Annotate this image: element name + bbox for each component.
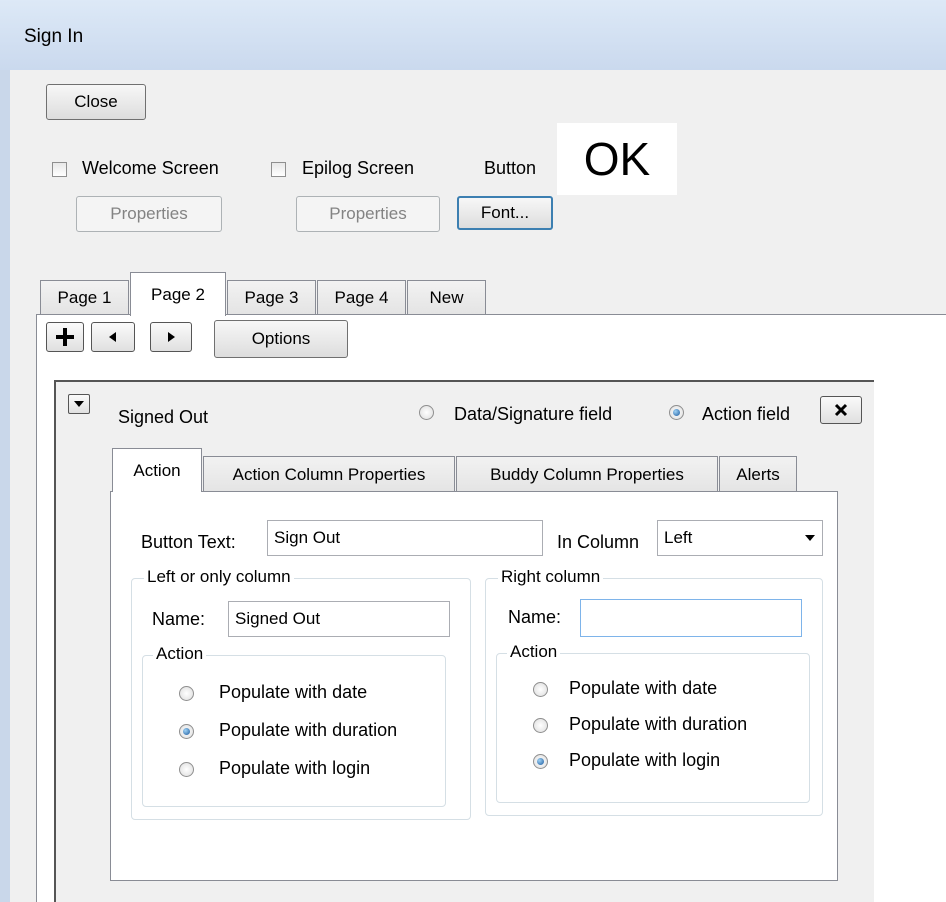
previous-icon[interactable] <box>91 322 135 352</box>
in-column-label: In Column <box>557 532 640 552</box>
welcome-screen-checkbox[interactable] <box>52 162 67 177</box>
close-button[interactable]: Close <box>46 84 146 120</box>
window-left-border <box>0 70 10 902</box>
field-editor-right-margin <box>874 380 946 902</box>
in-column-value: Left <box>664 528 693 547</box>
data-signature-label: Data/Signature field <box>454 404 613 424</box>
title-bar: Sign In <box>0 0 946 70</box>
left-populate-login-radio[interactable] <box>179 762 194 777</box>
tab-action-column-properties[interactable]: Action Column Properties <box>203 456 455 492</box>
chevron-down-icon <box>805 535 815 541</box>
left-populate-date-radio[interactable] <box>179 686 194 701</box>
tab-buddy-column-properties[interactable]: Buddy Column Properties <box>456 456 718 492</box>
ok-preview-text: OK <box>583 133 651 185</box>
add-icon[interactable] <box>46 322 84 352</box>
action-tab-panel: Button Text: Sign Out In Column Left Lef… <box>110 491 838 881</box>
button-text-label: Button Text: <box>141 532 236 552</box>
right-populate-login-radio[interactable] <box>533 754 548 769</box>
right-name-label: Name: <box>508 607 562 627</box>
right-populate-login-label: Populate with login <box>569 750 721 770</box>
window-title: Sign In <box>24 26 84 47</box>
tab-page-2[interactable]: Page 2 <box>130 272 226 316</box>
tab-page-4[interactable]: Page 4 <box>317 280 406 314</box>
left-name-input[interactable]: Signed Out <box>228 601 450 637</box>
welcome-properties-button[interactable]: Properties <box>76 196 222 232</box>
in-column-select[interactable]: Left <box>657 520 823 556</box>
tab-new[interactable]: New <box>407 280 486 314</box>
right-populate-date-label: Populate with date <box>569 678 718 698</box>
tab-page-1[interactable]: Page 1 <box>40 280 129 314</box>
tab-action[interactable]: Action <box>112 448 202 492</box>
left-populate-login-label: Populate with login <box>219 758 371 778</box>
right-action-group: Action Populate with date Populate with … <box>496 642 810 803</box>
left-populate-duration-radio[interactable] <box>179 724 194 739</box>
left-column-legend: Left or only column <box>144 567 294 587</box>
epilog-screen-checkbox[interactable] <box>271 162 286 177</box>
options-button[interactable]: Options <box>214 320 348 358</box>
data-signature-radio[interactable] <box>419 405 434 420</box>
left-name-label: Name: <box>152 609 206 629</box>
field-name-label: Signed Out <box>118 407 209 427</box>
right-column-legend: Right column <box>498 567 604 587</box>
right-action-legend: Action <box>507 642 561 662</box>
tab-alerts[interactable]: Alerts <box>719 456 797 492</box>
left-action-group: Action Populate with date Populate with … <box>142 644 446 807</box>
left-action-legend: Action <box>153 644 207 664</box>
right-populate-duration-radio[interactable] <box>533 718 548 733</box>
close-icon[interactable] <box>820 396 862 424</box>
next-icon[interactable] <box>150 322 192 352</box>
right-name-input[interactable] <box>580 599 802 637</box>
welcome-screen-label: Welcome Screen <box>82 158 219 178</box>
left-populate-duration-label: Populate with duration <box>219 720 398 740</box>
tab-page-3[interactable]: Page 3 <box>227 280 316 314</box>
action-field-label: Action field <box>702 404 791 424</box>
right-column-group: Right column Name: Action Populate with … <box>485 567 823 816</box>
collapse-icon[interactable] <box>68 394 90 414</box>
right-populate-date-radio[interactable] <box>533 682 548 697</box>
button-text-input[interactable]: Sign Out <box>267 520 543 556</box>
epilog-properties-button[interactable]: Properties <box>296 196 440 232</box>
ok-font-preview: OK <box>557 123 677 195</box>
button-font-label: Button <box>484 158 537 178</box>
right-populate-duration-label: Populate with duration <box>569 714 748 734</box>
left-column-group: Left or only column Name: Signed Out Act… <box>131 567 471 820</box>
left-populate-date-label: Populate with date <box>219 682 368 702</box>
action-field-radio[interactable] <box>669 405 684 420</box>
font-button[interactable]: Font... <box>457 196 553 230</box>
epilog-screen-label: Epilog Screen <box>302 158 415 178</box>
